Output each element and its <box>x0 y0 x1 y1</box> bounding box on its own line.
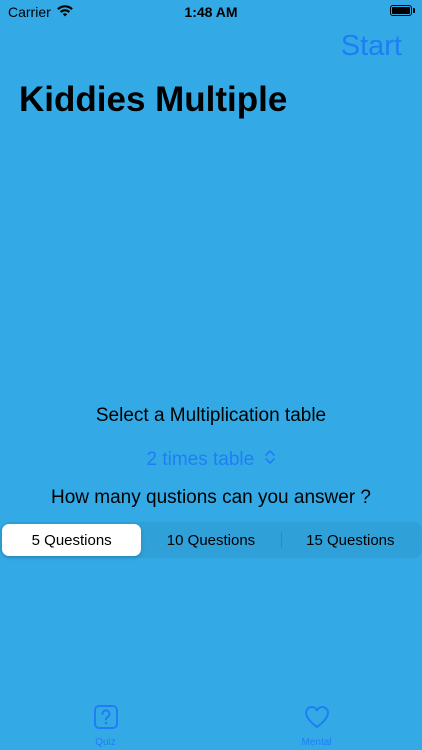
tab-mental[interactable]: Mental <box>211 700 422 750</box>
times-table-picker[interactable]: 2 times table <box>0 449 422 471</box>
segment-10-questions[interactable]: 10 Questions <box>141 524 280 556</box>
picker-value: 2 times table <box>146 449 255 471</box>
battery-icon <box>390 5 415 16</box>
questions-count-label: How many qustions can you answer ? <box>51 487 371 508</box>
questions-segmented-control: 5 Questions 10 Questions 15 Questions <box>0 522 422 558</box>
question-square-icon <box>93 704 119 735</box>
status-bar: Carrier 1:48 AM <box>0 0 422 24</box>
tab-quiz[interactable]: Quiz <box>0 700 211 750</box>
chevron-up-down-icon <box>264 449 276 471</box>
tab-quiz-label: Quiz <box>95 737 116 748</box>
page-title: Kiddies Multiple <box>19 80 288 119</box>
tab-bar: Quiz Mental <box>0 700 422 750</box>
status-time: 1:48 AM <box>184 4 238 20</box>
start-button[interactable]: Start <box>341 30 402 63</box>
segment-5-questions[interactable]: 5 Questions <box>2 524 142 556</box>
select-table-label: Select a Multiplication table <box>95 405 327 426</box>
tab-mental-label: Mental <box>301 737 332 748</box>
heart-icon <box>303 704 331 735</box>
segment-15-questions[interactable]: 15 Questions <box>280 524 420 556</box>
